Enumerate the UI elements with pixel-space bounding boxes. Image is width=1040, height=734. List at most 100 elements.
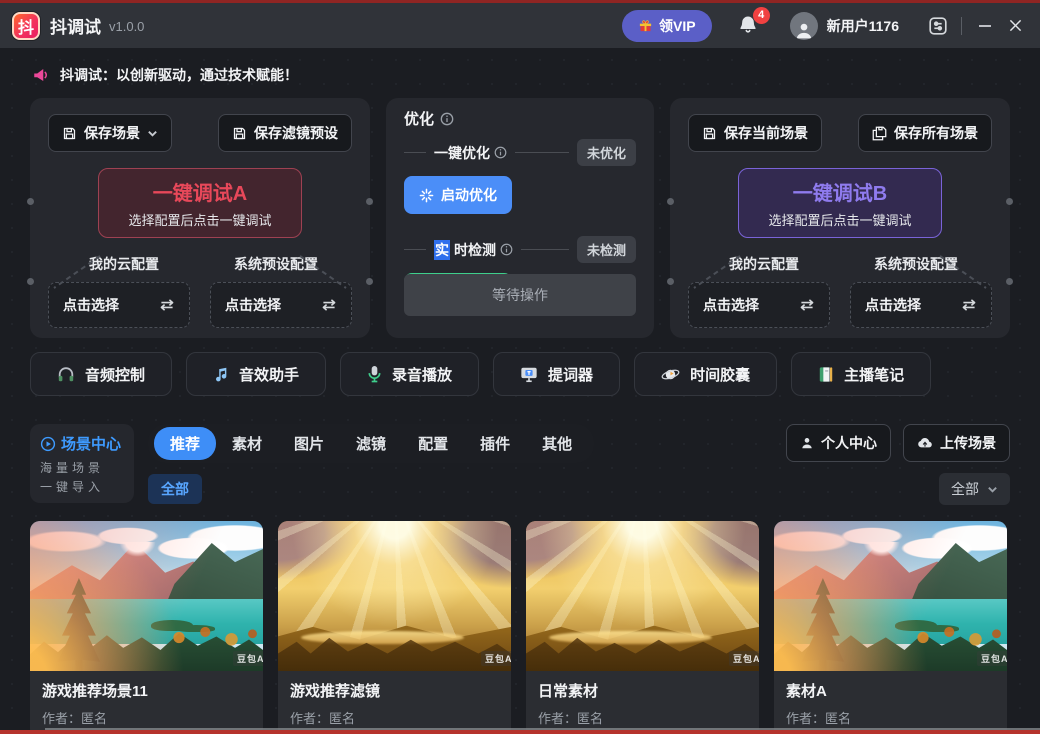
scene-center-subtitle-1: 海量场景 — [40, 459, 124, 476]
vip-label: 领VIP — [659, 16, 696, 36]
save-all-scenes-label: 保存所有场景 — [894, 123, 978, 143]
tool-host-notes[interactable]: 主播笔记 — [791, 352, 931, 396]
panel-debug-b: 保存当前场景 保存所有场景 一键调试B 选择配置后点击一键调试 — [670, 98, 1010, 338]
personal-center-label: 个人中心 — [821, 433, 877, 453]
my-cloud-config-select[interactable]: 点击选择 — [688, 282, 830, 328]
settings-icon[interactable] — [923, 11, 953, 41]
megaphone-icon — [32, 66, 50, 84]
save-all-icon — [872, 126, 887, 141]
start-optimize-button[interactable]: 启动优化 — [404, 176, 512, 214]
save-scene-button[interactable]: 保存场景 — [48, 114, 172, 152]
personal-center-button[interactable]: 个人中心 — [786, 424, 891, 462]
system-preset-config-label: 系统预设配置 — [840, 254, 992, 274]
scene-thumbnail: 豆包AI — [774, 521, 1007, 671]
swap-arrows-icon — [321, 298, 337, 312]
titlebar: 抖 抖调试 v1.0.0 领VIP 4 新用户1176 — [0, 3, 1040, 48]
one-key-debug-a-button[interactable]: 一键调试A 选择配置后点击一键调试 — [98, 168, 302, 238]
sort-dropdown[interactable]: 全部 — [939, 473, 1010, 505]
tab-others[interactable]: 其他 — [526, 427, 588, 460]
realtime-detect-label: 实时检测 — [434, 240, 513, 260]
notifications-button[interactable]: 4 — [738, 13, 762, 39]
close-button[interactable] — [1000, 11, 1030, 41]
scene-thumbnail: 豆包AI — [30, 521, 263, 671]
connector-dot — [1006, 278, 1013, 285]
card-author: 作者：匿名 — [42, 708, 251, 727]
operation-status-bar: 等待操作 — [404, 274, 636, 316]
save-current-scene-label: 保存当前场景 — [724, 123, 808, 143]
tool-audio-control[interactable]: 音频控制 — [30, 352, 172, 396]
info-icon[interactable] — [494, 146, 507, 159]
username: 新用户1176 — [827, 16, 899, 36]
tab-filters[interactable]: 滤镜 — [340, 427, 402, 460]
system-preset-config-label: 系统预设配置 — [200, 254, 352, 274]
tool-label: 音频控制 — [85, 364, 145, 385]
my-cloud-config-select[interactable]: 点击选择 — [48, 282, 190, 328]
save-icon — [62, 126, 77, 141]
tool-record-playback[interactable]: 录音播放 — [340, 352, 479, 396]
scene-card[interactable]: 豆包AI 游戏推荐滤镜 作者：匿名 — [278, 521, 511, 734]
save-filter-preset-label: 保存滤镜预设 — [254, 123, 338, 143]
minimize-button[interactable] — [970, 11, 1000, 41]
scene-card[interactable]: 豆包AI 素材A 作者：匿名 — [774, 521, 1007, 734]
card-title: 日常素材 — [538, 680, 747, 701]
tool-sound-helper[interactable]: 音效助手 — [186, 352, 326, 396]
panels-row: 保存场景 保存滤镜预设 一键调试A 选择配置后点击一键调试 — [30, 98, 1010, 338]
scene-card[interactable]: 豆包AI 日常素材 作者：匿名 — [526, 521, 759, 734]
main-content: 抖调试：以创新驱动，通过技术赋能！ 保存场景 保存滤镜预设 — [0, 48, 1040, 734]
swap-arrows-icon — [961, 298, 977, 312]
connector-dot — [667, 278, 674, 285]
notebook-icon — [818, 366, 834, 383]
scene-thumbnail: 豆包AI — [526, 521, 759, 671]
titlebar-divider — [961, 17, 962, 35]
save-current-scene-button[interactable]: 保存当前场景 — [688, 114, 822, 152]
tab-configs[interactable]: 配置 — [402, 427, 464, 460]
category-tabs: 推荐 素材 图片 滤镜 配置 插件 其他 — [148, 424, 594, 463]
info-icon[interactable] — [440, 112, 454, 126]
my-cloud-config-label: 我的云配置 — [48, 254, 200, 274]
music-note-icon — [213, 366, 229, 383]
logo-char: 抖 — [18, 14, 34, 38]
planet-icon — [661, 366, 680, 383]
panel-debug-a: 保存场景 保存滤镜预设 一键调试A 选择配置后点击一键调试 — [30, 98, 370, 338]
card-title: 游戏推荐场景11 — [42, 680, 251, 701]
swap-arrows-icon — [799, 298, 815, 312]
debug-a-hint: 选择配置后点击一键调试 — [128, 210, 271, 229]
person-icon — [800, 436, 814, 450]
save-scene-label: 保存场景 — [84, 123, 140, 143]
tab-plugins[interactable]: 插件 — [464, 427, 526, 460]
user-account[interactable]: 新用户1176 — [790, 12, 899, 40]
one-key-debug-b-button[interactable]: 一键调试B 选择配置后点击一键调试 — [738, 168, 942, 238]
tab-images[interactable]: 图片 — [278, 427, 340, 460]
debug-b-title: 一键调试B — [793, 177, 887, 206]
tool-teleprompter[interactable]: 提词器 — [493, 352, 620, 396]
upload-scene-label: 上传场景 — [940, 433, 996, 453]
upload-scene-button[interactable]: 上传场景 — [903, 424, 1010, 462]
system-preset-config-select[interactable]: 点击选择 — [850, 282, 992, 328]
select-placeholder: 点击选择 — [63, 295, 119, 315]
card-author: 作者：匿名 — [786, 708, 995, 727]
cloud-upload-icon — [917, 436, 933, 450]
info-icon[interactable] — [500, 243, 513, 256]
tab-recommended[interactable]: 推荐 — [154, 427, 216, 460]
panel-optimize: 优化 一键优化 未优化 启动优化 — [386, 98, 654, 338]
system-preset-config-select[interactable]: 点击选择 — [210, 282, 352, 328]
vip-button[interactable]: 领VIP — [622, 10, 712, 42]
app-window: 抖 抖调试 v1.0.0 领VIP 4 新用户1176 — [0, 0, 1040, 734]
tool-time-capsule[interactable]: 时间胶囊 — [634, 352, 777, 396]
teleprompter-icon — [520, 366, 538, 383]
tab-materials[interactable]: 素材 — [216, 427, 278, 460]
watermark: 豆包AI — [729, 651, 759, 666]
tool-label: 提词器 — [548, 364, 593, 385]
chevron-down-icon — [147, 128, 158, 139]
scene-card[interactable]: 豆包AI 游戏推荐场景11 作者：匿名 — [30, 521, 263, 734]
avatar — [790, 12, 818, 40]
connector-dot — [27, 198, 34, 205]
connector-dot — [667, 198, 674, 205]
tool-label: 录音播放 — [392, 364, 452, 385]
tools-row: 音频控制 音效助手 录音播放 提词器 时间胶囊 主播笔记 — [30, 352, 1010, 396]
detect-label-rest: 时检测 — [454, 240, 496, 260]
save-filter-preset-button[interactable]: 保存滤镜预设 — [218, 114, 352, 152]
save-all-scenes-button[interactable]: 保存所有场景 — [858, 114, 992, 152]
save-icon — [702, 126, 717, 141]
filter-all-chip[interactable]: 全部 — [148, 474, 202, 504]
